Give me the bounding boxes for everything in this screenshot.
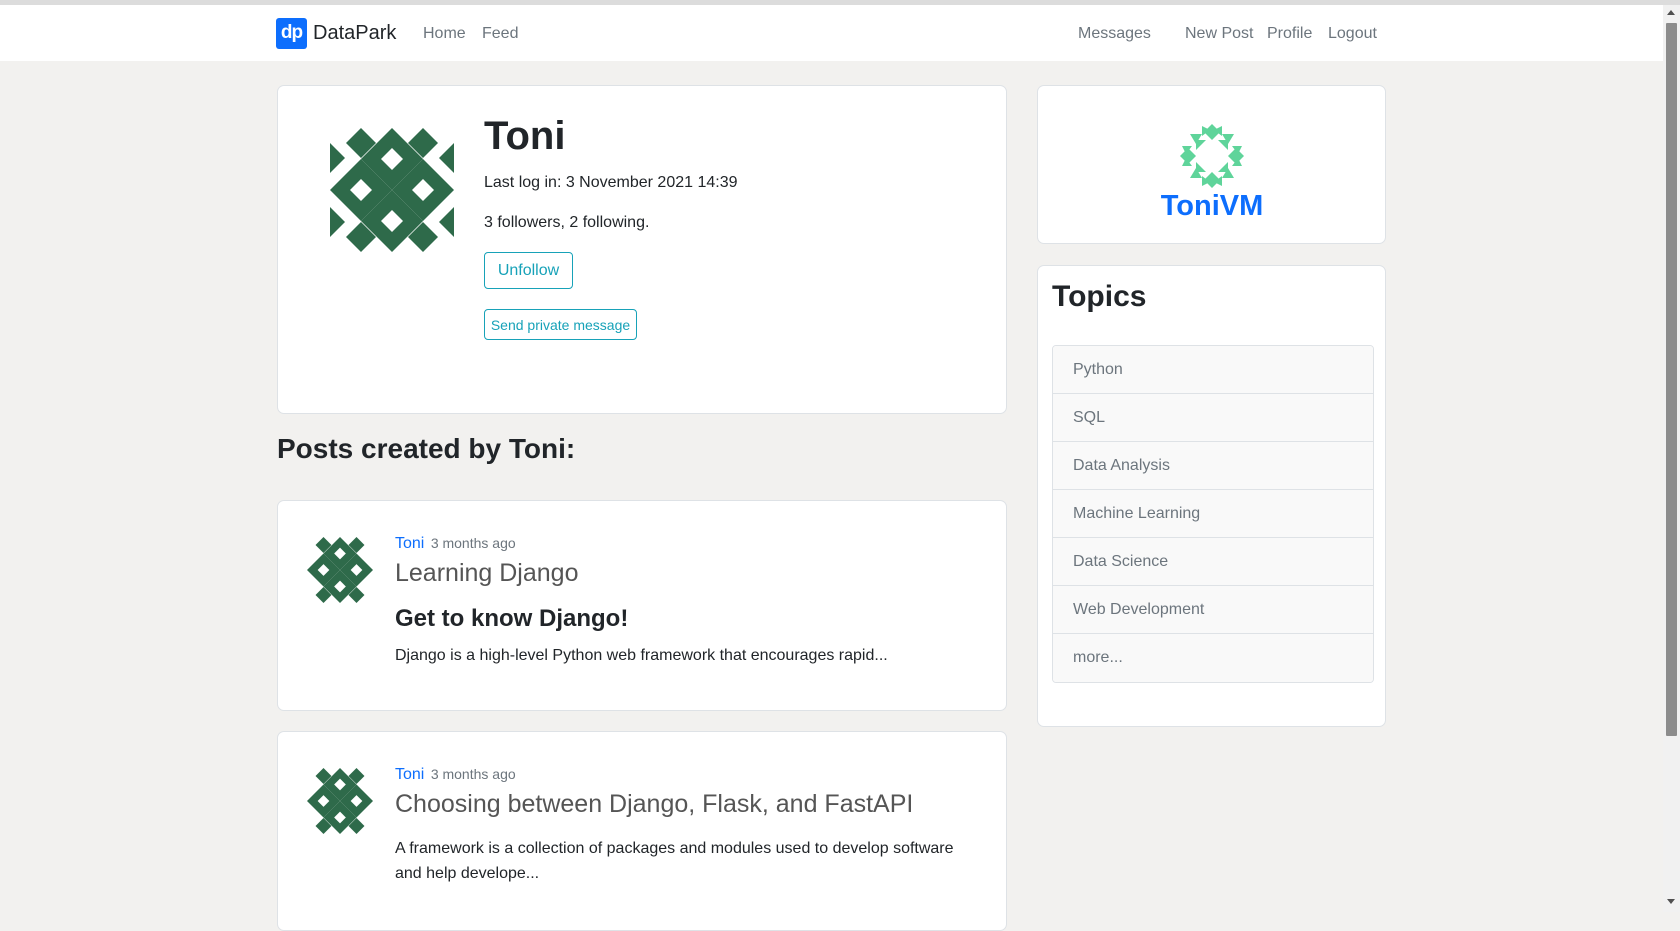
topic-item-data-analysis[interactable]: Data Analysis: [1053, 442, 1373, 490]
follow-counts: 3 followers, 2 following.: [484, 214, 650, 231]
identicon-avatar-icon: [330, 128, 454, 252]
topic-item-sql[interactable]: SQL: [1053, 394, 1373, 442]
brand-name: DataPark: [313, 22, 397, 44]
nav-messages[interactable]: Messages: [1078, 25, 1151, 43]
brand-link[interactable]: dp DataPark: [276, 18, 396, 49]
scroll-down-arrow-icon[interactable]: [1667, 899, 1675, 904]
scroll-thumb[interactable]: [1666, 23, 1677, 736]
page-scrollbar[interactable]: [1663, 5, 1680, 912]
topic-item-machine-learning[interactable]: Machine Learning: [1053, 490, 1373, 538]
post-meta: Toni 3 months ago: [395, 535, 516, 553]
top-navbar: dp DataPark Home Feed Messages New Post …: [0, 5, 1663, 61]
unfollow-button[interactable]: Unfollow: [484, 252, 573, 289]
post-subheading: Get to know Django!: [395, 605, 629, 632]
sidebar-user-card: ToniVM: [1037, 85, 1386, 244]
topic-item-data-science[interactable]: Data Science: [1053, 538, 1373, 586]
nav-profile[interactable]: Profile: [1267, 25, 1312, 43]
nav-feed[interactable]: Feed: [482, 25, 518, 43]
topics-card: Topics Python SQL Data Analysis Machine …: [1037, 265, 1386, 727]
nav-logout[interactable]: Logout: [1328, 25, 1377, 43]
posts-heading: Posts created by Toni:: [277, 433, 576, 464]
post-excerpt: Django is a high-level Python web framew…: [395, 647, 888, 664]
post-card: Toni 3 months ago Learning Django Get to…: [277, 500, 1007, 711]
topics-list: Python SQL Data Analysis Machine Learnin…: [1052, 345, 1374, 683]
identicon-avatar-icon: [307, 537, 373, 603]
sidebar-username: ToniVM: [1160, 190, 1264, 222]
topic-item-web-development[interactable]: Web Development: [1053, 586, 1373, 634]
profile-name: Toni: [484, 114, 566, 158]
post-author-link[interactable]: Toni: [395, 535, 424, 552]
post-time: 3 months ago: [430, 535, 516, 551]
post-title-link[interactable]: Learning Django: [395, 559, 578, 588]
nav-home[interactable]: Home: [423, 25, 466, 43]
scroll-up-arrow-icon[interactable]: [1667, 10, 1675, 15]
identicon-logo-icon: [1180, 124, 1244, 188]
post-card: Toni 3 months ago Choosing between Djang…: [277, 731, 1007, 931]
topic-item-more[interactable]: more...: [1053, 634, 1373, 682]
post-time: 3 months ago: [430, 766, 516, 782]
nav-new-post[interactable]: New Post: [1185, 25, 1253, 43]
post-title-link[interactable]: Choosing between Django, Flask, and Fast…: [395, 790, 913, 819]
brand-logo-icon: dp: [276, 18, 307, 49]
topics-title: Topics: [1052, 280, 1147, 313]
post-author-link[interactable]: Toni: [395, 766, 424, 783]
post-meta: Toni 3 months ago: [395, 766, 516, 784]
post-excerpt: A framework is a collection of packages …: [395, 840, 954, 882]
topic-item-python[interactable]: Python: [1053, 346, 1373, 394]
send-private-message-button[interactable]: Send private message: [484, 309, 637, 340]
identicon-avatar-icon: [307, 768, 373, 834]
profile-card: Toni Last log in: 3 November 2021 14:39 …: [277, 85, 1007, 414]
last-login-text: Last log in: 3 November 2021 14:39: [484, 174, 738, 191]
